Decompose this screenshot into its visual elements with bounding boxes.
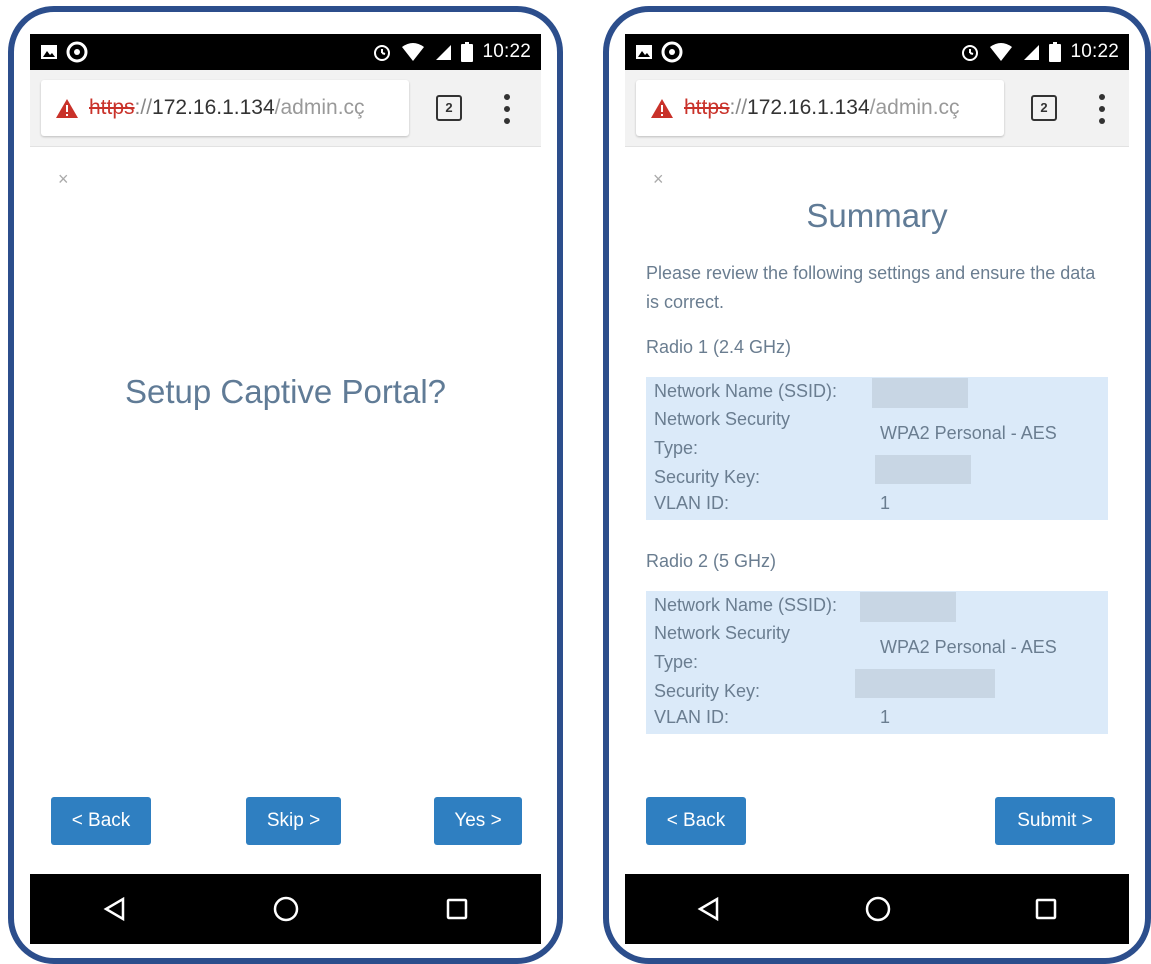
recents-square-icon[interactable] — [1034, 897, 1058, 921]
skip-button[interactable]: Skip > — [246, 797, 341, 845]
url-scheme: https — [89, 96, 135, 119]
menu-icon[interactable] — [1095, 92, 1109, 126]
image-icon — [41, 45, 57, 59]
alarm-icon — [962, 45, 979, 61]
wifi-icon — [402, 43, 425, 61]
vlan-label: VLAN ID: — [654, 493, 730, 513]
back-triangle-icon[interactable] — [102, 896, 128, 922]
close-icon[interactable]: × — [58, 169, 69, 190]
phone-frame-summary: 10:22 https://172.16.1.134/admin.cç 2 × … — [603, 6, 1151, 964]
back-button[interactable]: < Back — [646, 797, 746, 845]
security-key-redacted — [875, 455, 971, 484]
security-key-redacted — [855, 669, 995, 698]
radio2-settings-box: Network Name (SSID): Network Security Ty… — [646, 591, 1108, 734]
phone-screen: 10:22 https://172.16.1.134/admin.cç 2 × … — [625, 34, 1129, 944]
page-content: × Setup Captive Portal? < Back Skip > Ye… — [30, 147, 541, 874]
android-nav-bar — [30, 874, 541, 944]
home-circle-icon[interactable] — [864, 895, 892, 923]
url-host: 172.16.1.134 — [152, 96, 275, 119]
browser-toolbar: https://172.16.1.134/admin.cç 2 — [625, 70, 1129, 147]
security-type-label: Network Security — [654, 623, 791, 643]
menu-icon[interactable] — [500, 92, 514, 126]
battery-icon — [461, 42, 474, 62]
tab-switcher-icon[interactable]: 2 — [436, 95, 462, 121]
page-title: Summary — [806, 197, 948, 234]
status-bar: 10:22 — [625, 34, 1129, 70]
security-key-label: Security Key: — [654, 681, 761, 701]
radio1-settings-box: Network Name (SSID): Network Security Ty… — [646, 377, 1108, 520]
status-time: 10:22 — [482, 41, 531, 62]
vlan-value: 1 — [880, 493, 891, 513]
radio1-heading: Radio 1 (2.4 GHz) — [646, 337, 792, 357]
security-type-label-cont: Type: — [654, 438, 699, 458]
sync-icon — [66, 41, 88, 63]
security-type-value: WPA2 Personal - AES — [880, 637, 1057, 657]
url-separator: :// — [729, 96, 748, 119]
back-triangle-icon[interactable] — [696, 896, 722, 922]
page-content: × Summary Please review the following se… — [625, 147, 1129, 874]
signal-icon — [1024, 45, 1040, 60]
battery-icon — [1049, 42, 1062, 62]
wifi-icon — [990, 43, 1013, 61]
submit-button[interactable]: Submit > — [995, 797, 1115, 845]
summary-intro: Please review the following settings and… — [646, 263, 1096, 312]
alarm-icon — [374, 45, 391, 61]
browser-toolbar: https://172.16.1.134/admin.cç 2 — [30, 70, 541, 147]
security-key-label: Security Key: — [654, 467, 761, 487]
warning-icon — [56, 98, 78, 118]
radio2-heading: Radio 2 (5 GHz) — [646, 551, 777, 571]
url-path: /admin.cç — [869, 96, 960, 119]
ssid-redacted — [872, 378, 968, 408]
url-separator: :// — [134, 96, 153, 119]
back-button[interactable]: < Back — [51, 797, 151, 845]
recents-square-icon[interactable] — [445, 897, 469, 921]
security-type-label: Network Security — [654, 409, 791, 429]
signal-icon — [436, 45, 452, 60]
ssid-label: Network Name (SSID): — [654, 381, 838, 401]
yes-button[interactable]: Yes > — [434, 797, 522, 845]
security-type-label-cont: Type: — [654, 652, 699, 672]
vlan-value: 1 — [880, 707, 891, 727]
status-bar: 10:22 — [30, 34, 541, 70]
ssid-redacted — [860, 592, 956, 622]
close-icon[interactable]: × — [653, 169, 664, 190]
url-scheme: https — [684, 96, 730, 119]
url-host: 172.16.1.134 — [747, 96, 870, 119]
sync-icon — [661, 41, 683, 63]
home-circle-icon[interactable] — [272, 895, 300, 923]
status-time: 10:22 — [1070, 41, 1119, 62]
android-nav-bar — [625, 874, 1129, 944]
ssid-label: Network Name (SSID): — [654, 595, 838, 615]
security-type-value: WPA2 Personal - AES — [880, 423, 1057, 443]
image-icon — [636, 45, 652, 59]
phone-screen: 10:22 https://172.16.1.134/admin.cç 2 × … — [30, 34, 541, 944]
url-bar[interactable]: https://172.16.1.134/admin.cç — [636, 80, 1004, 136]
tab-switcher-icon[interactable]: 2 — [1031, 95, 1057, 121]
page-title: Setup Captive Portal? — [124, 373, 447, 410]
warning-icon — [651, 98, 673, 118]
phone-frame-captive: 10:22 https://172.16.1.134/admin.cç 2 × … — [8, 6, 563, 964]
vlan-label: VLAN ID: — [654, 707, 730, 727]
url-bar[interactable]: https://172.16.1.134/admin.cç — [41, 80, 409, 136]
url-path: /admin.cç — [274, 96, 365, 119]
